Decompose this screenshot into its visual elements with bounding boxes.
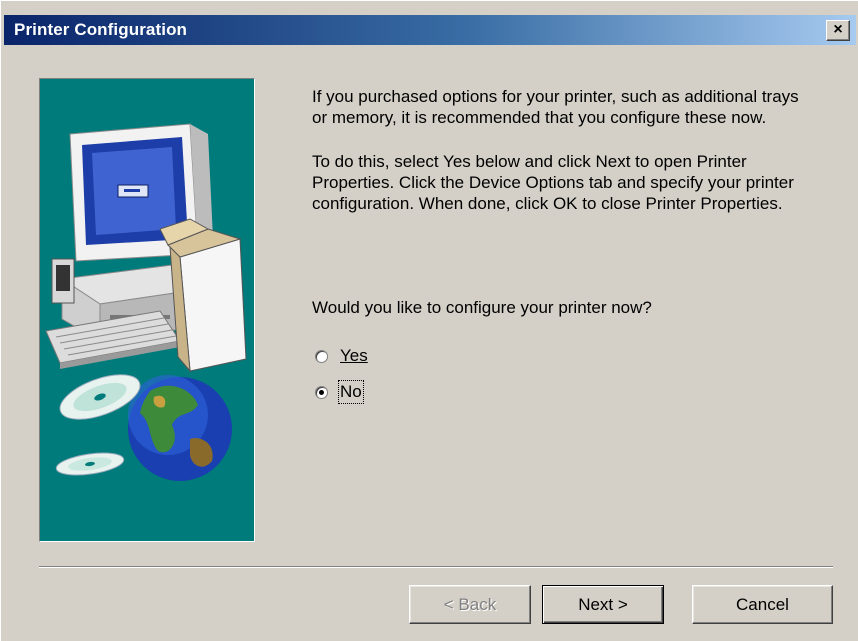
instructions-paragraph: To do this, select Yes below and click N…: [312, 152, 794, 213]
radio-no-label[interactable]: No: [338, 380, 364, 404]
globe-icon: [128, 375, 232, 481]
intro-paragraph: If you purchased options for your printe…: [312, 87, 799, 127]
configure-question: Would you like to configure your printer…: [312, 298, 652, 317]
window-title: Printer Configuration: [14, 20, 188, 39]
radio-yes-text: Yes: [340, 346, 368, 365]
radio-yes-label[interactable]: Yes: [340, 346, 368, 366]
radio-yes-button[interactable]: [315, 349, 328, 363]
back-button[interactable]: < Back: [409, 585, 531, 624]
computer-globe-illustration: [45, 123, 247, 481]
printer-config-dialog: Printer Configuration × If you purchased…: [0, 0, 858, 641]
wizard-side-image: [39, 78, 255, 542]
close-icon: ×: [833, 21, 843, 38]
radio-no-button[interactable]: [315, 385, 328, 399]
footer-divider: [39, 566, 833, 568]
speaker-icon: [51, 258, 75, 304]
cancel-button[interactable]: Cancel: [692, 585, 833, 624]
close-button[interactable]: ×: [826, 20, 850, 41]
next-button[interactable]: Next >: [542, 585, 664, 624]
title-bar[interactable]: Printer Configuration ×: [4, 15, 856, 45]
radio-yes[interactable]: Yes: [315, 346, 368, 366]
radio-no[interactable]: No: [315, 380, 364, 404]
